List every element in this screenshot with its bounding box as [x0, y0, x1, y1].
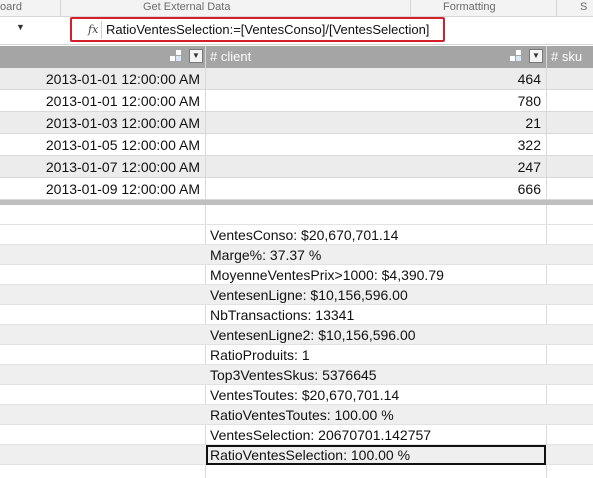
- cell-border: [546, 112, 547, 133]
- client-cell[interactable]: 780: [206, 93, 541, 109]
- client-cell[interactable]: 247: [206, 159, 541, 175]
- ribbon-separator: [556, 0, 557, 16]
- selected-cell-outline: [206, 445, 546, 465]
- cell-border: [546, 178, 547, 199]
- column-filter-icon[interactable]: [510, 50, 522, 62]
- ribbon-separator: [410, 0, 411, 16]
- table-row[interactable]: 2013-01-01 12:00:00 AM 780: [0, 90, 593, 112]
- name-box-dropdown-icon[interactable]: ▼: [16, 22, 25, 32]
- measure-row[interactable]: VentesSelection: 20670701.142757: [0, 425, 593, 445]
- client-cell[interactable]: 21: [206, 115, 541, 131]
- formula-input[interactable]: RatioVentesSelection:=[VentesConso]/[Ven…: [106, 22, 429, 37]
- date-cell[interactable]: 2013-01-03 12:00:00 AM: [0, 115, 200, 131]
- column-filter-icon[interactable]: [170, 50, 182, 62]
- measure-cell[interactable]: VentesConso: $20,670,701.14: [210, 227, 398, 243]
- column-dropdown-icon[interactable]: ▼: [189, 49, 203, 63]
- measure-cell[interactable]: Marge%: 37.37 %: [210, 247, 321, 263]
- measure-row[interactable]: VentesConso: $20,670,701.14: [0, 225, 593, 245]
- measure-row[interactable]: Marge%: 37.37 %: [0, 245, 593, 265]
- table-row[interactable]: 2013-01-01 12:00:00 AM 464: [0, 68, 593, 90]
- measure-row[interactable]: VentesenLigne2: $10,156,596.00: [0, 325, 593, 345]
- measure-cell[interactable]: VentesSelection: 20670701.142757: [210, 427, 431, 443]
- column-separator: [546, 46, 547, 68]
- measure-row-empty[interactable]: [0, 205, 593, 225]
- client-cell[interactable]: 322: [206, 137, 541, 153]
- formula-separator: [101, 21, 102, 39]
- cell-border: [546, 134, 547, 155]
- measure-cell[interactable]: VentesenLigne: $10,156,596.00: [210, 287, 408, 303]
- date-cell[interactable]: 2013-01-05 12:00:00 AM: [0, 137, 200, 153]
- measure-grid: VentesConso: $20,670,701.14 Marge%: 37.3…: [0, 205, 593, 478]
- measure-row[interactable]: RatioVentesToutes: 100.00 %: [0, 405, 593, 425]
- ribbon-group-s: S: [580, 1, 588, 13]
- measure-row[interactable]: NbTransactions: 13341: [0, 305, 593, 325]
- measure-cell[interactable]: RatioProduits: 1: [210, 347, 310, 363]
- date-cell[interactable]: 2013-01-09 12:00:00 AM: [0, 181, 200, 197]
- measure-row[interactable]: Top3VentesSkus: 5376645: [0, 365, 593, 385]
- cell-border: [546, 90, 547, 111]
- column-separator: [205, 46, 206, 68]
- ribbon-separator: [60, 0, 61, 16]
- column-dropdown-icon[interactable]: ▼: [529, 49, 543, 63]
- measure-cell[interactable]: NbTransactions: 13341: [210, 307, 354, 323]
- measure-row[interactable]: VentesenLigne: $10,156,596.00: [0, 285, 593, 305]
- ribbon-group-clipboard: oard: [0, 1, 23, 13]
- table-row[interactable]: 2013-01-03 12:00:00 AM 21: [0, 112, 593, 134]
- measure-cell[interactable]: MoyenneVentesPrix>1000: $4,390.79: [210, 267, 444, 283]
- data-table: 2013-01-01 12:00:00 AM 464 2013-01-01 12…: [0, 68, 593, 200]
- date-cell[interactable]: 2013-01-01 12:00:00 AM: [0, 71, 200, 87]
- ribbon-group-get-external-data: Get External Data: [143, 1, 231, 13]
- column-header-row: ▼ # client ▼ # sku: [0, 46, 593, 68]
- ribbon-group-labels: oard Get External Data Formatting S: [0, 0, 593, 17]
- date-cell[interactable]: 2013-01-01 12:00:00 AM: [0, 93, 200, 109]
- measure-cell[interactable]: Top3VentesSkus: 5376645: [210, 367, 377, 383]
- client-cell[interactable]: 464: [206, 71, 541, 87]
- measure-row[interactable]: RatioProduits: 1: [0, 345, 593, 365]
- formula-bar: ▼ fx RatioVentesSelection:=[VentesConso]…: [0, 17, 593, 45]
- client-cell[interactable]: 666: [206, 181, 541, 197]
- ribbon-group-formatting: Formatting: [443, 1, 496, 13]
- measure-cell[interactable]: VentesToutes: $20,670,701.14: [210, 387, 399, 403]
- fx-icon[interactable]: fx: [88, 23, 98, 36]
- table-row[interactable]: 2013-01-05 12:00:00 AM 322: [0, 134, 593, 156]
- measure-cell[interactable]: RatioVentesToutes: 100.00 %: [210, 407, 394, 423]
- column-header-client[interactable]: # client: [210, 49, 251, 64]
- cell-border: [546, 156, 547, 177]
- date-cell[interactable]: 2013-01-07 12:00:00 AM: [0, 159, 200, 175]
- measure-cell[interactable]: VentesenLigne2: $10,156,596.00: [210, 327, 416, 343]
- measure-row[interactable]: MoyenneVentesPrix>1000: $4,390.79: [0, 265, 593, 285]
- table-row[interactable]: 2013-01-09 12:00:00 AM 666: [0, 178, 593, 200]
- table-row[interactable]: 2013-01-07 12:00:00 AM 247: [0, 156, 593, 178]
- column-header-sku[interactable]: # sku: [551, 49, 582, 64]
- cell-border: [546, 68, 547, 89]
- measure-row[interactable]: VentesToutes: $20,670,701.14: [0, 385, 593, 405]
